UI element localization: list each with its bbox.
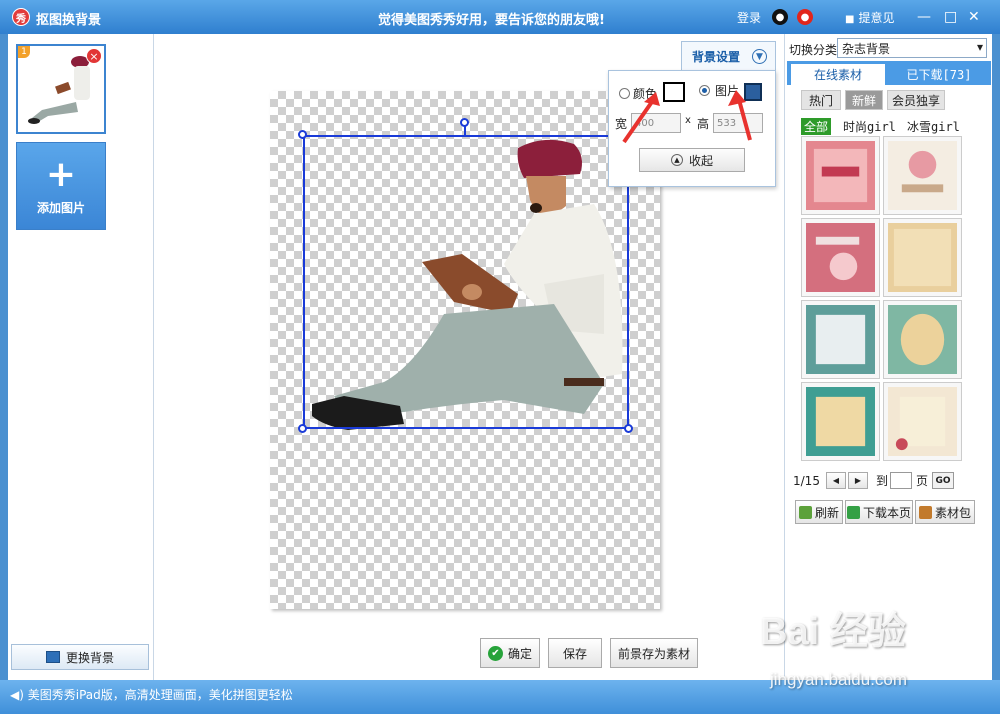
- material-thumbnail-image: [806, 305, 875, 374]
- page-unit-label: 页: [915, 474, 928, 488]
- material-thumbnail-image: [888, 141, 957, 210]
- chevron-down-icon[interactable]: ▼: [752, 49, 767, 64]
- weibo-icon[interactable]: ●: [797, 9, 813, 25]
- material-thumbnail[interactable]: [801, 300, 880, 379]
- tab-downloaded[interactable]: 已下载[73]: [891, 64, 987, 85]
- selection-box[interactable]: [303, 135, 629, 429]
- material-thumbnail[interactable]: [801, 218, 880, 297]
- minimize-button[interactable]: —: [917, 9, 931, 25]
- maximize-button[interactable]: □: [944, 9, 957, 25]
- rotate-handle[interactable]: [460, 118, 469, 127]
- save-foreground-button[interactable]: 前景存为素材: [610, 638, 698, 668]
- status-text[interactable]: ◀) 美图秀秀iPad版，高清处理画面，美化拼图更轻松: [10, 686, 293, 703]
- page-number-input[interactable]: [889, 472, 912, 489]
- refresh-button[interactable]: 刷新: [795, 500, 843, 524]
- confirm-button[interactable]: ✔ 确定: [480, 638, 540, 668]
- material-thumbnail-image: [888, 223, 957, 292]
- material-thumbnail[interactable]: [883, 136, 962, 215]
- login-link[interactable]: 登录: [737, 9, 761, 26]
- material-thumbnail[interactable]: [801, 136, 880, 215]
- change-background-button[interactable]: 更换背景: [11, 644, 149, 670]
- feedback-link[interactable]: 提意见: [845, 9, 894, 26]
- watermark-brand: Bai 经验: [760, 611, 906, 653]
- pagination: 1/15 ◀ ▶ 到 页 GO: [793, 472, 954, 489]
- goto-label: 到: [875, 474, 888, 488]
- close-button[interactable]: ✕: [968, 9, 980, 25]
- category-select[interactable]: 杂志背景: [837, 38, 987, 58]
- promo-text[interactable]: 觉得美图秀秀好用，要告诉您的朋友哦!: [378, 9, 605, 28]
- material-thumbnail-image: [888, 387, 957, 456]
- save-foreground-label: 前景存为素材: [617, 646, 690, 661]
- confirm-label: 确定: [507, 646, 532, 661]
- status-bar: ◀) 美图秀秀iPad版，高清处理画面，美化拼图更轻松 Bai 经验 jingy…: [0, 611, 1000, 714]
- resize-handle-bottom-left[interactable]: [298, 424, 307, 433]
- resize-handle-top-left[interactable]: [298, 130, 307, 139]
- material-thumbnail-image: [888, 305, 957, 374]
- download-page-button[interactable]: 下载本页: [845, 500, 913, 524]
- filter-fashion-girl[interactable]: 时尚girl: [843, 118, 896, 135]
- background-settings-tab[interactable]: 背景设置 ▼: [681, 41, 776, 71]
- plus-icon: +: [45, 153, 77, 195]
- tab-online-materials[interactable]: 在线素材: [791, 64, 885, 85]
- subtab-hot[interactable]: 热门: [801, 90, 841, 110]
- app-logo-icon: 秀: [12, 8, 30, 26]
- check-icon: ✔: [487, 645, 503, 661]
- filter-snow-girl[interactable]: 冰雪girl: [907, 118, 960, 135]
- image-list-panel: 1 × + 添加图片 更换背景: [8, 34, 154, 680]
- material-package-button[interactable]: 素材包: [915, 500, 975, 524]
- window-title: 抠图换背景: [36, 13, 102, 28]
- material-thumbnail[interactable]: [801, 382, 880, 461]
- go-button[interactable]: GO: [931, 472, 954, 489]
- material-panel: 切换分类 杂志背景 在线素材 已下载[73] 热门 新鲜 会员独享 全部 时尚g…: [784, 34, 992, 680]
- picture-icon: [45, 651, 60, 663]
- collapse-label: 收起: [688, 153, 713, 168]
- background-settings-label: 背景设置: [692, 50, 741, 64]
- image-thumbnail[interactable]: 1 ×: [16, 44, 106, 134]
- subtab-new[interactable]: 新鲜: [845, 90, 883, 110]
- material-thumbnail-image: [806, 223, 875, 292]
- package-icon: [918, 505, 932, 519]
- next-page-button[interactable]: ▶: [847, 472, 868, 489]
- page-indicator: 1/15: [793, 473, 820, 488]
- remove-image-icon[interactable]: ×: [86, 48, 102, 64]
- rotate-handle-stem: [464, 126, 466, 136]
- category-value: 杂志背景: [842, 42, 891, 56]
- watermark-url: jingyan.baidu.com: [770, 670, 908, 689]
- resize-handle-bottom-right[interactable]: [624, 424, 633, 433]
- download-icon: [846, 505, 860, 519]
- material-thumbnail[interactable]: [883, 218, 962, 297]
- thumbnail-index-badge: 1: [18, 46, 30, 58]
- change-background-label: 更换背景: [65, 650, 114, 665]
- editor-canvas-area: 背景设置 ▼ 颜色 图片 宽 x 高 ▲ 收起 ✔ 确定 保存 前景存为素材: [154, 34, 784, 680]
- subtab-vip[interactable]: 会员独享: [887, 90, 945, 110]
- material-thumbnail-image: [806, 141, 875, 210]
- material-thumbnail[interactable]: [883, 300, 962, 379]
- prev-page-button[interactable]: ◀: [825, 472, 846, 489]
- material-tabs: 在线素材 已下载[73]: [787, 61, 991, 85]
- material-thumbnail-image: [806, 387, 875, 456]
- save-label: 保存: [562, 646, 587, 661]
- chevron-up-icon: ▲: [670, 154, 683, 166]
- material-thumbnail[interactable]: [883, 382, 962, 461]
- filter-all[interactable]: 全部: [801, 118, 832, 135]
- refresh-icon: [798, 505, 812, 519]
- switch-category-label: 切换分类: [789, 43, 838, 57]
- save-button[interactable]: 保存: [548, 638, 602, 668]
- add-image-label: 添加图片: [36, 200, 85, 215]
- add-image-button[interactable]: + 添加图片: [16, 142, 106, 230]
- qq-icon[interactable]: ●: [772, 9, 788, 25]
- title-bar: 秀 抠图换背景 觉得美图秀秀好用，要告诉您的朋友哦! 登录 ● ● 提意见 — …: [0, 0, 1000, 34]
- annotation-arrows: [622, 90, 752, 144]
